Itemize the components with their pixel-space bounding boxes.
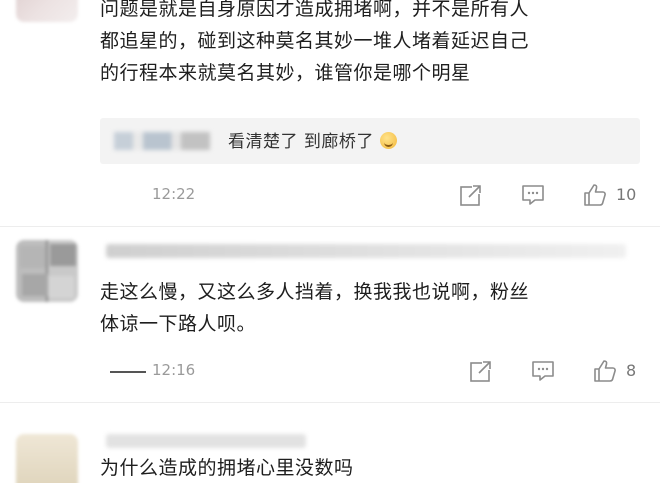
avatar[interactable] [16, 434, 78, 483]
like-count: 8 [626, 361, 637, 380]
comment-line: 走这么慢，又这么多人挡着，换我我也说啊，粉丝 [100, 281, 530, 303]
avatar[interactable] [16, 0, 78, 22]
timestamp: 12:22 [152, 185, 196, 203]
comment-meta: 12:22 10 [0, 180, 660, 210]
divider [0, 402, 660, 403]
comment-line: 的行程本来就莫名其妙，谁管你是哪个明星 [100, 62, 471, 84]
share-icon[interactable] [458, 182, 484, 208]
author-dash [110, 371, 146, 373]
comment-item: 走这么慢，又这么多人挡着，换我我也说啊，粉丝 体谅一下路人呗。 12:16 8 [0, 228, 660, 400]
reply-username-blurred [114, 132, 210, 150]
reply-text: 看清楚了 到廊桥了 [228, 127, 397, 152]
thumbs-up-icon[interactable] [592, 358, 618, 384]
comment-item: 问题是就是自身原因才造成拥堵啊，并不是所有人 都追星的，碰到这种莫名其妙一堆人堵… [0, 0, 660, 225]
timestamp: 12:16 [152, 361, 196, 379]
comment-text: 问题是就是自身原因才造成拥堵啊，并不是所有人 都追星的，碰到这种莫名其妙一堆人堵… [100, 0, 645, 89]
comment-line: 体谅一下路人呗。 [100, 313, 257, 335]
comment-line: 为什么造成的拥堵心里没数吗 [100, 457, 354, 479]
comment-meta: 12:16 8 [0, 356, 660, 386]
like-count: 10 [616, 185, 637, 204]
share-icon[interactable] [468, 358, 494, 384]
comment-feed: 问题是就是自身原因才造成拥堵啊，并不是所有人 都追星的，碰到这种莫名其妙一堆人堵… [0, 0, 660, 483]
thumbs-up-icon[interactable] [582, 182, 608, 208]
comment-icon[interactable] [530, 358, 556, 384]
username-blurred[interactable] [106, 244, 626, 258]
avatar[interactable] [16, 240, 78, 302]
comment-text: 走这么慢，又这么多人挡着，换我我也说啊，粉丝 体谅一下路人呗。 [100, 276, 645, 340]
reply-text-content: 看清楚了 到廊桥了 [228, 132, 374, 152]
comment-icon[interactable] [520, 182, 546, 208]
comment-line: 问题是就是自身原因才造成拥堵啊，并不是所有人 [100, 0, 530, 20]
comment-text: 为什么造成的拥堵心里没数吗 [100, 452, 645, 483]
username-blurred[interactable] [106, 434, 306, 448]
comment-item: 为什么造成的拥堵心里没数吗 [0, 404, 660, 483]
reply-preview[interactable]: 看清楚了 到廊桥了 [100, 118, 640, 164]
laughing-emoji-icon [379, 132, 397, 149]
comment-line: 都追星的，碰到这种莫名其妙一堆人堵着延迟自己 [100, 30, 530, 52]
divider [0, 226, 660, 227]
